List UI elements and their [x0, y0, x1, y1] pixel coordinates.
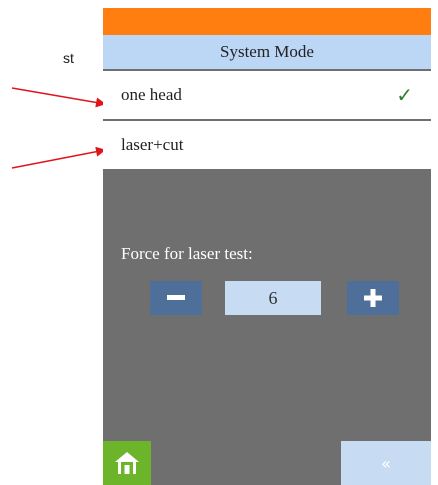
minus-icon: [167, 295, 185, 300]
home-button[interactable]: [103, 441, 151, 485]
back-button[interactable]: «: [341, 441, 431, 485]
decrease-force-button[interactable]: [150, 281, 202, 315]
annotation-arrow-laser-cut: [11, 146, 106, 169]
home-icon: [115, 452, 139, 474]
double-chevron-left-icon: «: [381, 453, 391, 473]
plus-icon: [364, 289, 382, 307]
header-bar: [103, 8, 431, 35]
page-title: System Mode: [103, 35, 431, 69]
mode-option-one-head[interactable]: one head ✓: [103, 71, 431, 119]
mode-option-label: laser+cut: [121, 135, 184, 154]
annotation-partial-text: st: [63, 50, 74, 66]
check-icon: ✓: [396, 84, 413, 107]
mode-option-laser-cut[interactable]: laser+cut: [103, 121, 431, 169]
device-screen: System Mode one head ✓ laser+cut Force f…: [103, 8, 431, 485]
mode-option-label: one head: [121, 85, 182, 104]
annotation-arrow-one-head: [11, 87, 106, 108]
force-value[interactable]: 6: [225, 281, 321, 315]
force-label: Force for laser test:: [121, 244, 253, 263]
increase-force-button[interactable]: [347, 281, 399, 315]
